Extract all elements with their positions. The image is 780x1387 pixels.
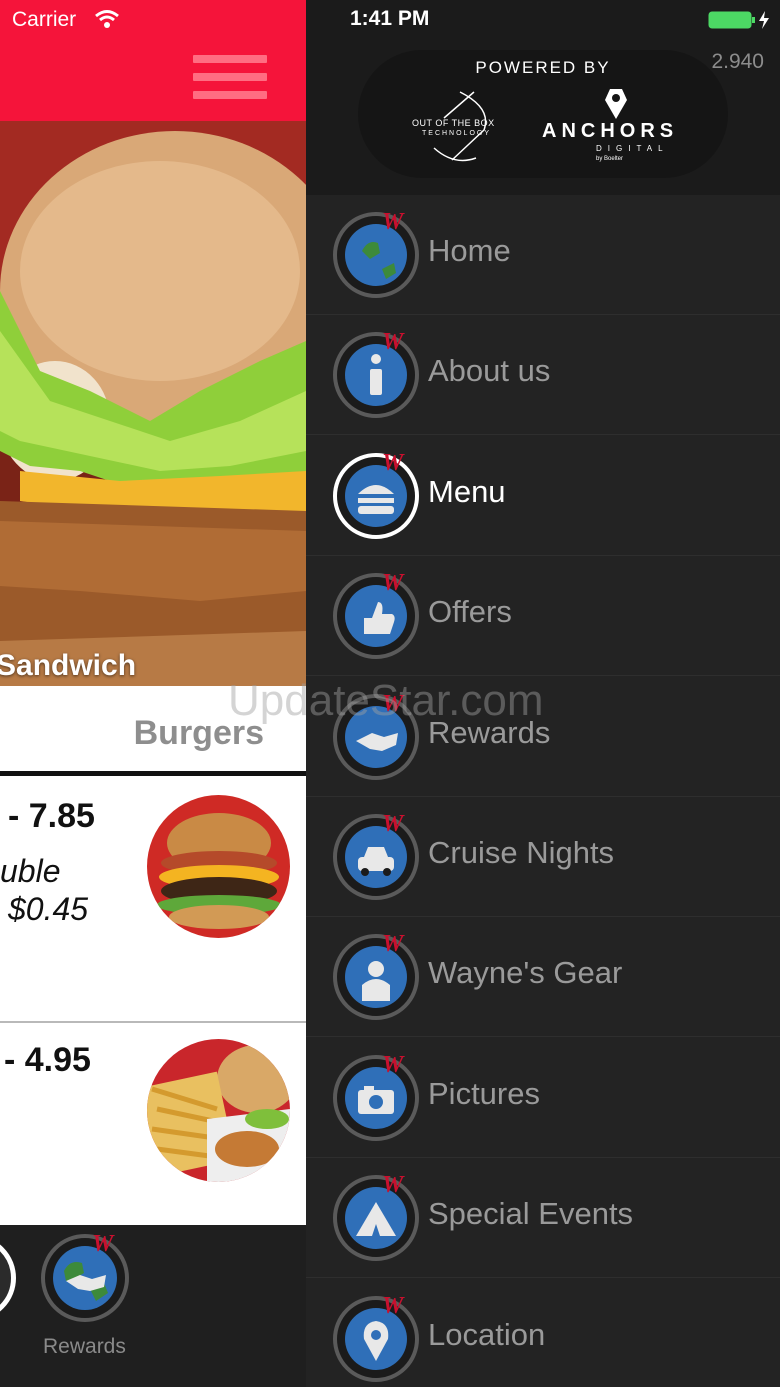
drawer-item-label: Rewards xyxy=(428,714,551,750)
brand-1-sub: TECHNOLOGY xyxy=(422,130,492,137)
shirt-icon: W xyxy=(333,933,419,1021)
brand-1-name: OUT OF THE BOX xyxy=(412,118,495,128)
anchors-logo-icon xyxy=(605,89,627,119)
svg-text:W: W xyxy=(382,693,405,717)
car-icon: W xyxy=(333,813,419,900)
drawer-item-label: About us xyxy=(428,353,551,389)
tab-menu-icon[interactable] xyxy=(0,1235,16,1321)
svg-text:W: W xyxy=(382,452,405,476)
svg-text:W: W xyxy=(382,1054,405,1078)
globe-icon: W xyxy=(333,211,419,298)
tab-rewards-label: Rewards xyxy=(43,1335,126,1358)
carrier-label: Carrier xyxy=(12,8,77,31)
drawer-item-wayne-s-gear[interactable]: W Wayne's Gear xyxy=(306,917,780,1038)
thumbs-up-icon: W xyxy=(333,572,419,660)
item-price: - 4.95 xyxy=(4,1041,91,1079)
app-header: Carrier xyxy=(0,0,306,121)
drawer-item-location[interactable]: W Location xyxy=(306,1279,780,1387)
svg-text:W: W xyxy=(382,331,405,355)
category-header: Burgers xyxy=(0,686,306,776)
drawer-item-label: Offers xyxy=(428,594,512,630)
drawer-item-label: Home xyxy=(428,233,511,268)
hero-image: Sandwich xyxy=(0,121,306,686)
drawer-item-rewards[interactable]: W Rewards xyxy=(306,677,780,797)
brand-2-name: ANCHORS xyxy=(542,120,679,142)
status-time: 1:41 PM xyxy=(350,7,430,30)
drawer-item-label: Special Events xyxy=(428,1196,634,1232)
tent-icon: W xyxy=(333,1174,419,1262)
powered-by-banner[interactable]: POWERED BY OUT OF THE BOX TECHNOLOGY ANC… xyxy=(358,50,728,178)
info-icon: W xyxy=(333,331,419,419)
app-screen: Carrier Sandwich Burgers - 7.85 uble $0.… xyxy=(0,0,306,1387)
burger-photo xyxy=(147,795,290,938)
handshake-icon: W xyxy=(333,693,419,780)
handshake-icon: W xyxy=(41,1233,129,1322)
drawer-item-label: Location xyxy=(428,1316,546,1352)
battery-icon xyxy=(708,11,769,29)
drawer-item-label: Wayne's Gear xyxy=(428,955,623,991)
drawer-item-offers[interactable]: W Offers xyxy=(306,556,780,677)
hamburger-menu-icon[interactable] xyxy=(193,55,267,101)
powered-by-label: POWERED BY xyxy=(475,58,611,77)
drawer-item-label: Menu xyxy=(428,473,506,509)
brand-2-by: by Boelter xyxy=(596,156,624,162)
drawer-item-label: Cruise Nights xyxy=(428,835,615,870)
burger-icon: W xyxy=(333,452,419,539)
category-label: Burgers xyxy=(133,714,264,752)
drawer-item-menu[interactable]: W Menu xyxy=(306,436,780,556)
svg-text:W: W xyxy=(92,1233,115,1257)
svg-text:W: W xyxy=(382,933,405,957)
item-price: - 7.85 xyxy=(8,797,95,835)
svg-text:W: W xyxy=(382,211,405,235)
drawer-item-home[interactable]: W Home xyxy=(306,195,780,315)
wifi-icon xyxy=(95,10,119,28)
map-pin-icon: W xyxy=(333,1295,419,1382)
item-description: uble xyxy=(0,853,61,889)
item-extra-price: $0.45 xyxy=(8,891,89,927)
svg-text:W: W xyxy=(382,813,405,837)
svg-text:W: W xyxy=(382,572,405,596)
drawer-item-cruise-nights[interactable]: W Cruise Nights xyxy=(306,797,780,917)
drawer-item-about-us[interactable]: W About us xyxy=(306,315,780,436)
drawer-header: 1:41 PM 2.940 POWERED BY OUT OF THE BOX … xyxy=(306,0,780,195)
svg-text:W: W xyxy=(382,1295,405,1319)
chicken-fries-photo xyxy=(147,1039,290,1182)
bottom-tab-bar: W Rewards xyxy=(0,1225,306,1387)
side-drawer: 1:41 PM 2.940 POWERED BY OUT OF THE BOX … xyxy=(306,0,780,1387)
svg-text:W: W xyxy=(382,1174,405,1198)
menu-list-item[interactable]: - 7.85 uble $0.45 xyxy=(0,781,306,1023)
camera-icon: W xyxy=(333,1054,419,1141)
brand-2-sub: DIGITAL xyxy=(596,144,669,153)
tab-rewards[interactable]: W Rewards xyxy=(40,1233,130,1373)
hero-title: Sandwich xyxy=(0,649,137,682)
menu-list-item[interactable]: - 4.95 xyxy=(0,1025,306,1225)
sandwich-photo xyxy=(0,121,306,686)
drawer-item-pictures[interactable]: W Pictures xyxy=(306,1038,780,1158)
drawer-item-label: Pictures xyxy=(428,1075,540,1111)
drawer-item-special-events[interactable]: W Special Events xyxy=(306,1158,780,1279)
